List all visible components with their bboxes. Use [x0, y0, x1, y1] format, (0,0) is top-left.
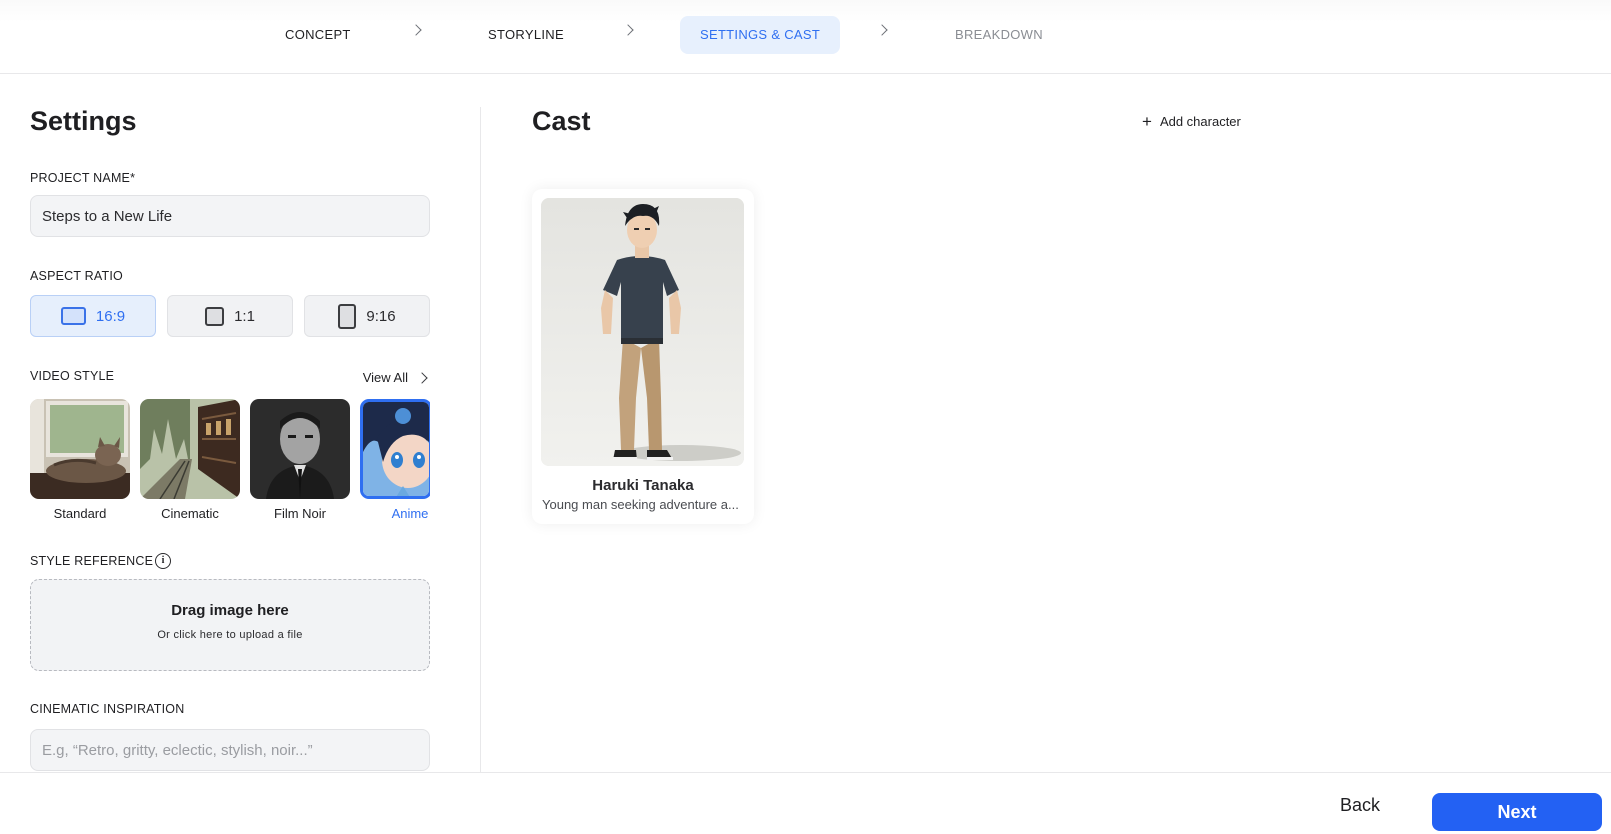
character-name: Haruki Tanaka	[592, 477, 694, 494]
character-illustration	[541, 198, 744, 466]
landscape-rect-icon	[60, 307, 86, 325]
view-all-link[interactable]: View All	[362, 370, 428, 385]
settings-panel: Settings PROJECT NAME* ASPECT RATIO 16:9…	[30, 74, 430, 772]
settings-title: Settings	[30, 106, 137, 136]
aspect-ratio-option-label: 1:1	[234, 307, 255, 325]
project-name-label: PROJECT NAME*	[30, 171, 136, 185]
aspect-ratio-option-label: 16:9	[95, 307, 126, 325]
add-character-button[interactable]: + Add character	[1142, 111, 1241, 131]
aspect-ratio-16-9-button[interactable]: 16:9	[30, 295, 156, 337]
style-label-film-noir: Film Noir	[274, 506, 326, 521]
chevron-right-icon	[876, 24, 888, 36]
aspect-ratio-1-1-button[interactable]: 1:1	[167, 295, 293, 337]
project-name-input[interactable]	[30, 195, 430, 237]
style-thumb-anime[interactable]	[360, 399, 430, 499]
chevron-right-icon	[622, 24, 634, 36]
progress-stepper: CONCEPT STORYLINE SETTINGS & CAST BREAKD…	[0, 0, 1611, 74]
character-card[interactable]: Haruki Tanaka Young man seeking adventur…	[532, 189, 754, 524]
step-settings-cast[interactable]: SETTINGS & CAST	[680, 16, 841, 54]
character-portrait	[541, 198, 744, 466]
cinematic-inspiration-input[interactable]	[30, 729, 430, 771]
style-thumb-film-noir[interactable]	[250, 399, 350, 499]
back-button[interactable]: Back	[1340, 795, 1380, 816]
train-in-forest-image	[140, 399, 240, 499]
view-all-label: View All	[362, 370, 408, 385]
square-icon	[205, 306, 225, 326]
style-reference-dropzone[interactable]: Drag image here Or click here to upload …	[30, 579, 430, 671]
style-label-cinematic: Cinematic	[161, 506, 219, 521]
style-reference-label: STYLE REFERENCE	[30, 554, 154, 568]
footer-bar: Back Next	[0, 772, 1611, 834]
dropzone-title: Drag image here	[171, 602, 289, 619]
step-storyline[interactable]: STORYLINE	[488, 16, 564, 54]
chevron-right-icon	[410, 24, 422, 36]
next-button[interactable]: Next	[1432, 793, 1602, 831]
portrait-rect-icon	[338, 303, 357, 329]
aspect-ratio-label: ASPECT RATIO	[30, 269, 123, 283]
anime-girl-image	[363, 402, 429, 496]
style-thumb-cinematic[interactable]	[140, 399, 240, 499]
aspect-ratio-9-16-button[interactable]: 9:16	[304, 295, 430, 337]
chevron-right-icon	[416, 371, 428, 384]
style-thumb-standard[interactable]	[30, 399, 130, 499]
add-character-label: Add character	[1159, 114, 1241, 129]
step-concept[interactable]: CONCEPT	[285, 16, 351, 54]
video-style-label: VIDEO STYLE	[30, 369, 115, 383]
dropzone-subtitle: Or click here to upload a file	[157, 629, 303, 641]
cast-title: Cast	[532, 106, 591, 136]
panel-divider	[480, 107, 481, 772]
cinematic-inspiration-label: CINEMATIC INSPIRATION	[30, 702, 185, 716]
cat-by-window-image	[30, 399, 130, 499]
character-description: Young man seeking adventure a...	[542, 497, 739, 512]
aspect-ratio-option-label: 9:16	[366, 307, 396, 325]
noir-portrait-image	[250, 399, 350, 499]
info-icon[interactable]: i	[155, 553, 171, 569]
style-label-anime: Anime	[391, 506, 429, 521]
step-breakdown[interactable]: BREAKDOWN	[955, 16, 1043, 54]
style-label-standard: Standard	[53, 506, 107, 521]
plus-icon: +	[1142, 111, 1152, 131]
